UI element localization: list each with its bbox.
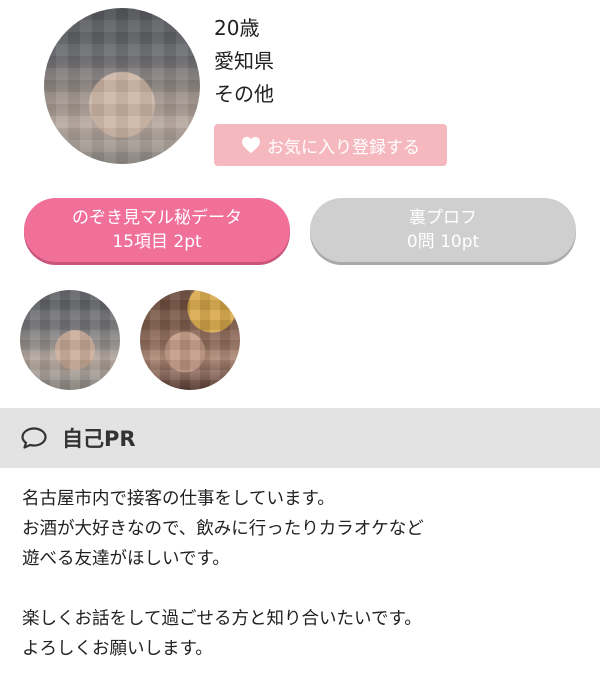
peek-data-title: のぞき見マル秘データ xyxy=(72,208,242,228)
photo-thumbnail[interactable] xyxy=(140,290,240,390)
secret-profile-detail: 0問 10pt xyxy=(406,232,480,252)
pr-line: よろしくお願いします。 xyxy=(22,639,213,659)
profile-info: 20歳 愛知県 その他 xyxy=(214,12,274,111)
secret-profile-title: 裏プロフ xyxy=(409,208,477,228)
pr-line: お酒が大好きなので、飲みに行ったりカラオケなど xyxy=(22,519,424,539)
profile-avatar[interactable] xyxy=(44,8,200,164)
favorite-register-button[interactable]: お気に入り登録する xyxy=(214,124,447,166)
peek-data-button[interactable]: のぞき見マル秘データ 15項目 2pt xyxy=(24,198,290,262)
photo-thumbnail[interactable] xyxy=(20,290,120,390)
profile-occupation: その他 xyxy=(214,82,274,106)
pr-line: 遊べる友達がほしいです。 xyxy=(22,549,230,569)
self-pr-header: 自己PR xyxy=(0,408,600,468)
self-pr-title: 自己PR xyxy=(62,427,136,451)
peek-data-detail: 15項目 2pt xyxy=(112,232,202,252)
secret-profile-button[interactable]: 裏プロフ 0問 10pt xyxy=(310,198,576,262)
speech-bubble-icon xyxy=(20,426,48,450)
heart-icon xyxy=(241,136,261,154)
favorite-button-label: お気に入り登録する xyxy=(267,137,420,158)
pr-line: 名古屋市内で接客の仕事をしています。 xyxy=(22,489,335,509)
pr-line: 楽しくお話をして過ごせる方と知り合いたいです。 xyxy=(22,609,422,629)
self-pr-text: 名古屋市内で接客の仕事をしています。 お酒が大好きなので、飲みに行ったりカラオケ… xyxy=(22,484,582,664)
pr-line xyxy=(22,574,582,604)
profile-age: 20歳 xyxy=(214,16,260,40)
profile-location: 愛知県 xyxy=(214,49,274,73)
